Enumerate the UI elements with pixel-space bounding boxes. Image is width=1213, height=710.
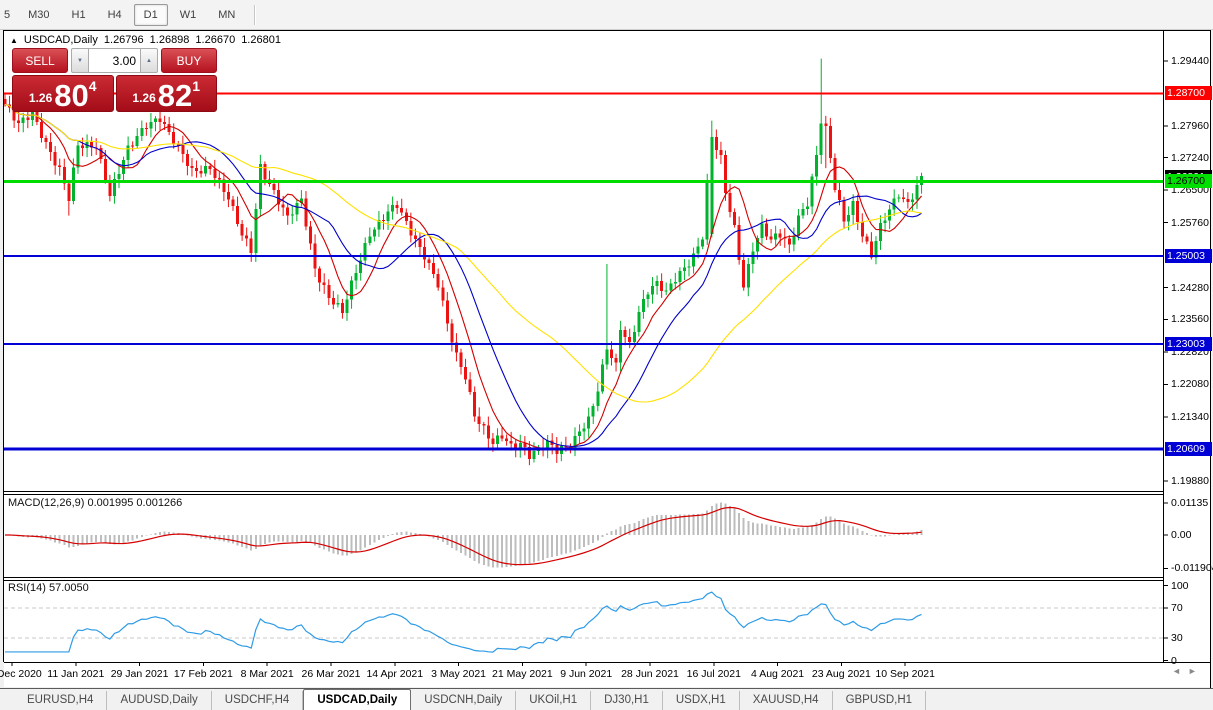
arrow-up-icon: ▲: [146, 58, 152, 64]
volume-increase-button[interactable]: ▲: [140, 48, 158, 73]
timeframe-h1[interactable]: H1: [62, 4, 96, 26]
price-tick-label: 1.27960: [1171, 120, 1213, 132]
level-price-badge: 1.23003: [1165, 337, 1212, 351]
price-tick-label: 1.21340: [1171, 411, 1213, 423]
timeframe-mn[interactable]: MN: [208, 4, 245, 26]
tab-eurusd-h4[interactable]: EURUSD,H4: [14, 691, 107, 710]
level-price-badge: 1.25003: [1165, 249, 1212, 263]
tab-usdcnh-daily[interactable]: USDCNH,Daily: [411, 691, 516, 710]
sell-button[interactable]: SELL: [12, 48, 68, 73]
rsi-tick-label: 100: [1171, 580, 1213, 592]
chart-tabs: EURUSD,H4 AUDUSD,Daily USDCHF,H4 USDCAD,…: [0, 688, 1213, 710]
ohlc-high: 1.26898: [150, 34, 190, 46]
level-price-badge: 1.20609: [1165, 442, 1212, 456]
scroll-right-button[interactable]: ►: [1188, 666, 1204, 676]
tab-usdcad-daily[interactable]: USDCAD,Daily: [303, 689, 411, 710]
rsi-tick-label: 0: [1171, 655, 1213, 667]
sell-price-pip: 4: [89, 78, 97, 94]
timeframe-h4[interactable]: H4: [98, 4, 132, 26]
tab-xauusd-h4[interactable]: XAUUSD,H4: [740, 691, 833, 710]
tab-ukoil-h1[interactable]: UKOil,H1: [516, 691, 591, 710]
price-tick-label: 1.24280: [1171, 282, 1213, 294]
collapse-arrow-icon[interactable]: ▲: [10, 36, 18, 45]
level-price-badge: 1.26700: [1165, 174, 1212, 188]
price-tick-label: 1.22080: [1171, 378, 1213, 390]
timeframe-m5[interactable]: 5: [1, 4, 16, 26]
arrow-down-icon: ▼: [77, 58, 83, 64]
buy-price-pip: 1: [192, 78, 200, 94]
ohlc-close: 1.26801: [241, 34, 281, 46]
timeframe-w1[interactable]: W1: [170, 4, 207, 26]
toolbar-separator: [254, 5, 256, 25]
tab-usdchf-h4[interactable]: USDCHF,H4: [212, 691, 304, 710]
tab-gbpusd-h1[interactable]: GBPUSD,H1: [833, 691, 926, 710]
buy-price-big: 82: [158, 82, 192, 109]
ohlc-low: 1.26670: [195, 34, 235, 46]
one-click-trade-panel: SELL ▼ ▲ BUY 1.26 80 4 1.26 82 1: [12, 48, 217, 112]
buy-button[interactable]: BUY: [161, 48, 217, 73]
tab-dj30-h1[interactable]: DJ30,H1: [591, 691, 663, 710]
sell-price-big: 80: [54, 82, 88, 109]
price-tick-label: 1.25760: [1171, 217, 1213, 229]
h-scrollbar[interactable]: ◄►: [1172, 666, 1204, 676]
macd-tick-label: 0.00: [1171, 529, 1213, 541]
buy-price-tile[interactable]: 1.26 82 1: [116, 75, 218, 112]
macd-label: MACD(12,26,9) 0.001995 0.001266: [8, 497, 182, 509]
timeframe-m30[interactable]: M30: [18, 4, 59, 26]
tab-usdx-h1[interactable]: USDX,H1: [663, 691, 740, 710]
price-tick-label: 1.23560: [1171, 313, 1213, 325]
tab-audusd-daily[interactable]: AUDUSD,Daily: [107, 691, 211, 710]
chart-title: ▲ USDCAD,Daily 1.26796 1.26898 1.26670 1…: [10, 34, 281, 46]
buy-price-prefix: 1.26: [132, 91, 155, 105]
macd-tick-label: 0.01135: [1171, 497, 1213, 509]
price-tick-label: 1.29440: [1171, 55, 1213, 67]
sell-price-prefix: 1.26: [29, 91, 52, 105]
ohlc-open: 1.26796: [104, 34, 144, 46]
rsi-label: RSI(14) 57.0050: [8, 582, 89, 594]
timeframe-toolbar: 5 M30 H1 H4 D1 W1 MN: [0, 0, 1213, 30]
scroll-left-button[interactable]: ◄: [1172, 666, 1188, 676]
symbol-period-label: USDCAD,Daily: [24, 34, 98, 46]
rsi-tick-label: 30: [1171, 632, 1213, 644]
rsi-tick-label: 70: [1171, 602, 1213, 614]
volume-decrease-button[interactable]: ▼: [71, 48, 89, 73]
macd-tick-label: -0.011904: [1171, 562, 1213, 574]
sell-price-tile[interactable]: 1.26 80 4: [12, 75, 114, 112]
volume-stepper: ▼ ▲: [71, 48, 158, 73]
price-tick-label: 1.19880: [1171, 475, 1213, 487]
timeframe-d1[interactable]: D1: [134, 4, 168, 26]
date-tick-label: 10 Sep 2021: [863, 668, 947, 680]
level-price-badge: 1.28700: [1165, 86, 1212, 100]
volume-input[interactable]: [89, 48, 140, 73]
price-tick-label: 1.27240: [1171, 152, 1213, 164]
